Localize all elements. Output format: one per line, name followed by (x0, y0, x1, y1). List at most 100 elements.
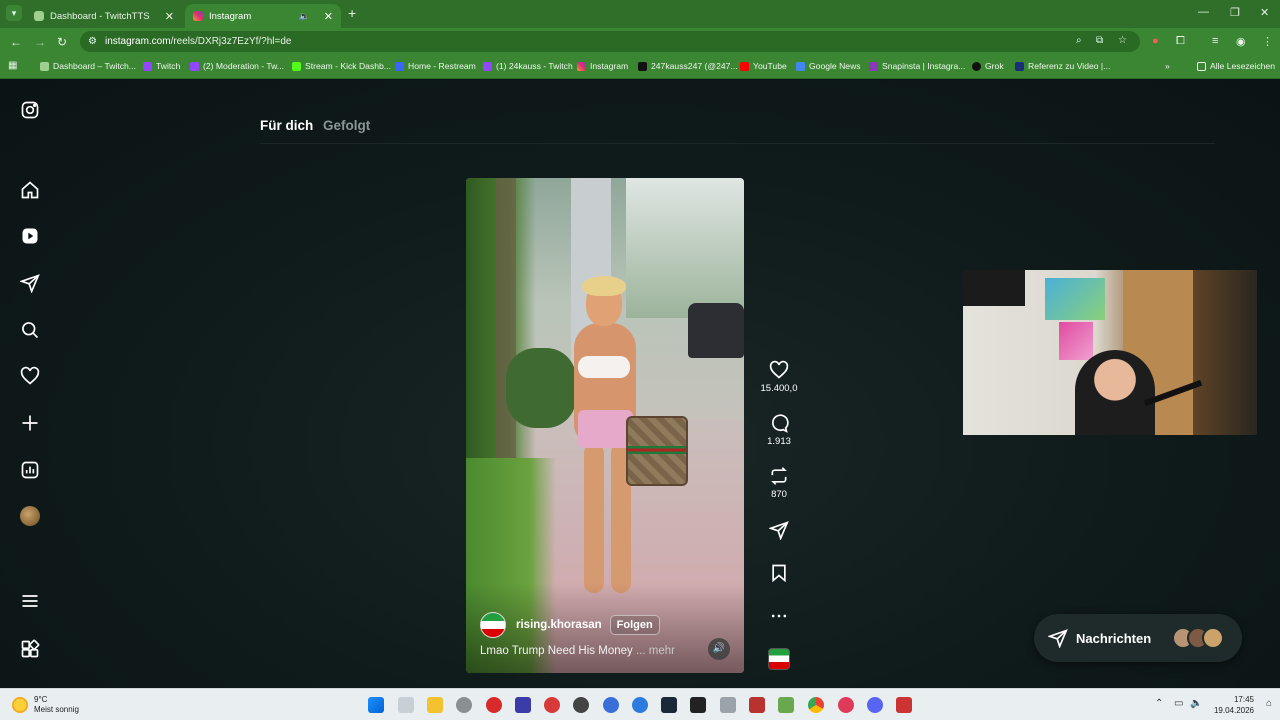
repost-button[interactable]: 870 (754, 466, 804, 500)
url-text[interactable]: instagram.com/reels/DXRj3z7EzYf/?hl=de (105, 36, 291, 47)
share-button[interactable] (754, 520, 804, 540)
bookmark-item[interactable]: Referenz zu Video |... (1015, 61, 1110, 71)
bookmark-item[interactable]: Dashboard – Twitch... (40, 61, 136, 71)
more-menu-icon[interactable] (20, 591, 40, 611)
bookmark-item[interactable]: Snapinsta | Instagra... (869, 61, 965, 71)
steam-icon[interactable] (661, 697, 677, 713)
minimize-icon[interactable]: — (1198, 6, 1209, 18)
tab-for-you[interactable]: Für dich (260, 118, 313, 133)
instagram-icon (193, 11, 203, 21)
more-bookmarks-icon[interactable]: » (1165, 61, 1170, 71)
follow-button[interactable]: Folgen (609, 615, 660, 635)
notifications-icon[interactable]: ⌂ (1266, 698, 1272, 709)
save-button[interactable] (754, 563, 804, 583)
sound-toggle-icon[interactable]: 🔊 (708, 638, 730, 660)
like-button[interactable]: 15.400,0 (754, 360, 804, 394)
opera-icon[interactable] (838, 697, 854, 713)
close-tab-icon[interactable]: ✕ (324, 10, 333, 23)
menu-icon[interactable]: ⋮ (1262, 35, 1273, 48)
calculator-icon[interactable] (398, 697, 414, 713)
apps-icon[interactable] (20, 639, 40, 659)
app-icon[interactable] (749, 697, 765, 713)
google-news-icon (796, 61, 805, 71)
tray-overflow-icon[interactable]: ⌃ (1155, 698, 1163, 709)
bookmark-item[interactable]: Instagram (577, 61, 628, 71)
new-tab-icon[interactable]: + (348, 5, 356, 21)
apps-grid-icon[interactable]: ▦ (8, 60, 17, 71)
search-icon[interactable] (20, 320, 40, 340)
weather-widget[interactable]: 9°C Meist sonnig (12, 695, 79, 715)
reel-author: rising.khorasan Folgen (480, 612, 660, 638)
bookmark-item[interactable]: Twitch (143, 61, 180, 71)
clock[interactable]: 17:45 19.04.2026 (1206, 694, 1254, 716)
epic-games-icon[interactable] (690, 697, 706, 713)
bookmark-item[interactable]: 247kauss247 (@247... (638, 61, 738, 71)
profile-avatar[interactable] (20, 506, 40, 526)
bookmark-item[interactable]: Home - Restream (395, 61, 476, 71)
address-bar[interactable]: ⚙ instagram.com/reels/DXRj3z7EzYf/?hl=de… (80, 31, 1140, 52)
start-icon[interactable] (368, 697, 384, 713)
app-icon[interactable] (486, 697, 502, 713)
all-bookmarks-folder[interactable]: Alle Lesezeichen (1197, 61, 1275, 71)
vpn-icon[interactable] (515, 697, 531, 713)
reel-caption: Lmao Trump Need His Money ... mehr (480, 645, 675, 657)
back-icon[interactable]: ← (10, 35, 22, 49)
close-window-icon[interactable]: ✕ (1260, 6, 1269, 19)
forward-icon[interactable]: → (34, 35, 46, 49)
obs-icon[interactable] (573, 697, 589, 713)
feed-tabs: Für dich Gefolgt (260, 118, 370, 133)
zoom-icon[interactable]: ⌕ (1076, 35, 1082, 46)
adblock-icon[interactable]: ● (1152, 35, 1159, 47)
speaker-icon[interactable]: 🔈 (299, 11, 310, 22)
site-info-icon[interactable]: ⚙ (88, 36, 97, 47)
app-icon[interactable] (896, 697, 912, 713)
reload-icon[interactable]: ↻ (57, 35, 67, 49)
restore-icon[interactable]: ❐ (1230, 6, 1240, 19)
messages-button[interactable]: Nachrichten (1034, 614, 1242, 662)
repost-icon (771, 467, 787, 485)
instagram-logo-icon[interactable] (20, 100, 40, 120)
bookmark-item[interactable]: YouTube (740, 61, 787, 71)
home-icon[interactable] (20, 180, 40, 200)
original-audio-thumbnail[interactable] (768, 648, 790, 670)
app-icon[interactable] (603, 697, 619, 713)
bookmark-item[interactable]: Stream - Kick Dashb... (292, 61, 391, 71)
bookmark-item[interactable]: Grok (972, 61, 1004, 71)
comment-button[interactable]: 1.913 (754, 413, 804, 447)
dashboard-chart-icon[interactable] (20, 460, 40, 480)
reel-video[interactable] (466, 178, 744, 673)
tab-instagram[interactable]: Instagram 🔈 ✕ (185, 4, 341, 28)
profile-avatar-icon[interactable]: ◉ (1236, 35, 1246, 48)
app-icon[interactable] (778, 697, 794, 713)
settings-icon[interactable] (720, 697, 736, 713)
direct-messages-icon[interactable] (19, 273, 40, 294)
volume-icon[interactable]: 🔈 (1190, 698, 1202, 709)
bookmark-item[interactable]: (1) 24kauss - Twitch (483, 61, 573, 71)
more-link[interactable]: ... mehr (636, 645, 675, 657)
tab-dashboard-twitchtts[interactable]: Dashboard - TwitchTTS ✕ (26, 4, 182, 28)
bookmark-item[interactable]: (2) Moderation - Tw... (190, 61, 284, 71)
notifications-heart-icon[interactable] (20, 366, 40, 386)
author-avatar[interactable] (480, 612, 506, 638)
chrome-icon[interactable] (808, 697, 824, 713)
app-icon[interactable] (544, 697, 560, 713)
messages-label: Nachrichten (1076, 630, 1152, 646)
media-control-icon[interactable]: ≡ (1212, 35, 1218, 47)
discord-icon[interactable] (867, 697, 883, 713)
app-icon[interactable] (632, 697, 648, 713)
bookmark-item[interactable]: Google News (796, 61, 861, 71)
mouse-app-icon[interactable] (456, 697, 472, 713)
extensions-icon[interactable]: ⧠ (1176, 35, 1185, 48)
network-icon[interactable]: ▭ (1174, 698, 1183, 709)
install-app-icon[interactable]: ⧉ (1096, 35, 1103, 46)
file-explorer-icon[interactable] (427, 697, 443, 713)
more-options-button[interactable] (754, 606, 804, 626)
tab-following[interactable]: Gefolgt (323, 118, 370, 133)
reels-icon[interactable] (20, 226, 40, 246)
bookmark-star-icon[interactable]: ☆ (1118, 35, 1127, 46)
create-plus-icon[interactable] (20, 413, 40, 433)
author-username[interactable]: rising.khorasan (516, 619, 602, 631)
bookmark-icon (772, 564, 786, 583)
tab-search-icon[interactable]: ▾ (6, 5, 22, 21)
close-tab-icon[interactable]: ✕ (165, 10, 174, 23)
